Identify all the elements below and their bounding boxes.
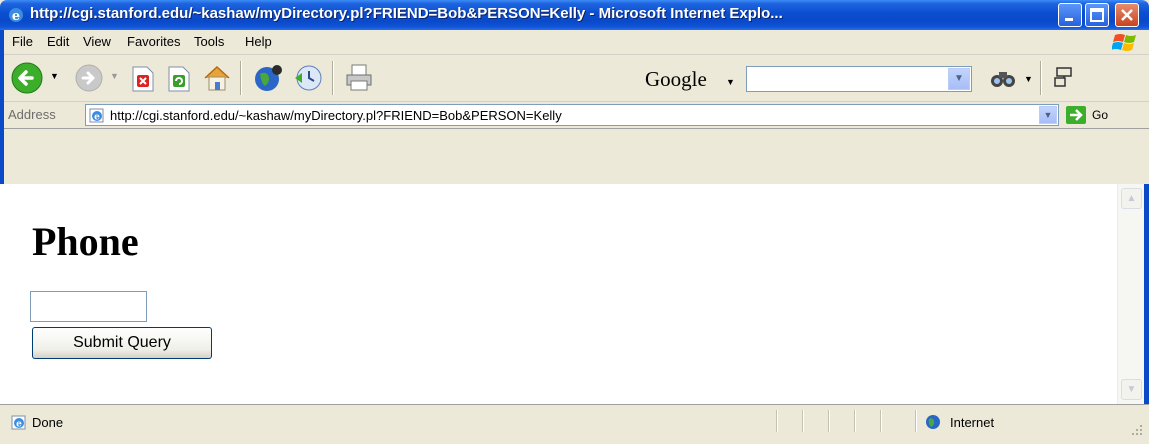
window-border-right [1144, 184, 1149, 404]
page-done-icon: e [11, 415, 26, 430]
security-zone-label: Internet [950, 415, 995, 430]
svg-text:e: e [12, 9, 20, 24]
google-search-dropdown[interactable]: ▼ [948, 68, 970, 90]
window-title: http://cgi.stanford.edu/~kashaw/myDirect… [30, 5, 783, 22]
svg-text:e: e [16, 420, 22, 430]
home-icon[interactable] [202, 63, 232, 93]
menu-file[interactable]: File [12, 34, 33, 49]
internet-zone-icon [926, 415, 940, 429]
status-text: Done [32, 415, 64, 430]
page-icon: e [89, 108, 104, 123]
vertical-scrollbar[interactable]: ▲ ▼ [1117, 184, 1145, 404]
status-bar: e Done Internet [0, 404, 1149, 444]
scroll-up-icon[interactable]: ▲ [1121, 188, 1142, 209]
google-search-input[interactable] [746, 66, 972, 92]
menu-tools[interactable]: Tools [194, 34, 224, 49]
address-url: http://cgi.stanford.edu/~kashaw/myDirect… [110, 108, 562, 123]
forward-dropdown-icon[interactable]: ▼ [110, 71, 119, 81]
print-icon[interactable] [344, 63, 376, 93]
msn-icon[interactable] [252, 62, 284, 94]
resize-grip-icon[interactable] [1128, 421, 1144, 437]
search-dropdown-icon[interactable]: ▼ [1024, 74, 1033, 84]
address-bar: Address e http://cgi.stanford.edu/~kasha… [0, 102, 1149, 129]
back-dropdown-icon[interactable]: ▼ [50, 71, 59, 81]
windows-logo-icon [1112, 34, 1136, 51]
minimize-button[interactable] [1058, 3, 1082, 27]
menu-edit[interactable]: Edit [47, 34, 69, 49]
page-content: Phone Submit Query [10, 184, 1117, 404]
address-input[interactable]: e http://cgi.stanford.edu/~kashaw/myDire… [85, 104, 1059, 126]
google-menu-icon[interactable]: ▼ [726, 77, 735, 87]
menu-favorites[interactable]: Favorites [127, 34, 180, 49]
binoculars-icon[interactable] [990, 67, 1016, 89]
forward-icon[interactable] [74, 63, 104, 93]
svg-text:e: e [94, 113, 100, 123]
address-dropdown[interactable]: ▼ [1039, 106, 1057, 124]
google-logo[interactable]: Google [645, 67, 707, 92]
scroll-down-icon[interactable]: ▼ [1121, 379, 1142, 400]
submit-query-button[interactable]: Submit Query [32, 327, 212, 359]
browser-window: e http://cgi.stanford.edu/~kashaw/myDire… [0, 0, 1149, 444]
close-icon [1121, 9, 1133, 21]
history-icon[interactable] [293, 63, 323, 93]
ie-icon: e [9, 8, 23, 24]
menu-bar: File Edit View Favorites Tools Help [0, 30, 1149, 55]
address-label: Address [8, 107, 56, 122]
refresh-icon[interactable] [166, 65, 192, 93]
content-margin [0, 184, 10, 404]
menu-help[interactable]: Help [245, 34, 272, 49]
menu-view[interactable]: View [83, 34, 111, 49]
toolbar: ▼ ▼ Google ▼ ▼ ▼ [0, 55, 1149, 102]
phone-input[interactable] [30, 291, 147, 322]
page-heading: Phone [32, 219, 139, 264]
go-arrow-icon[interactable] [1066, 106, 1086, 124]
maximize-button[interactable] [1085, 3, 1109, 27]
title-bar[interactable]: e http://cgi.stanford.edu/~kashaw/myDire… [0, 0, 1149, 30]
stop-icon[interactable] [130, 65, 156, 93]
back-icon[interactable] [10, 61, 44, 95]
options-icon[interactable] [1053, 66, 1075, 90]
close-button[interactable] [1115, 3, 1139, 27]
go-button[interactable]: Go [1092, 108, 1108, 122]
